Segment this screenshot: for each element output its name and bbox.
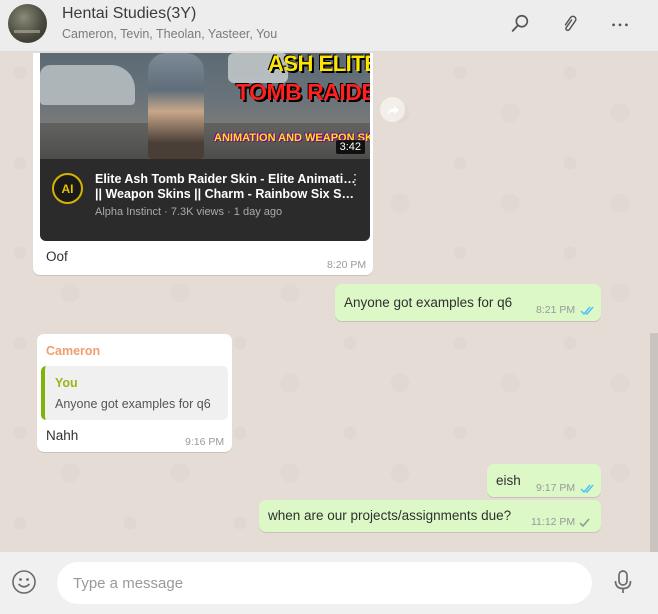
sender-name[interactable]: Cameron [46,344,100,358]
more-options-icon[interactable] [608,12,632,36]
message-time: 9:16 PM [185,436,225,448]
message-text: Nahh [46,428,79,443]
video-menu-icon[interactable]: ⋮ [348,172,362,186]
quoted-message[interactable]: You Anyone got examples for q6 [41,366,228,420]
quoted-author: You [55,376,78,390]
read-ticks-icon [580,306,594,316]
message-text: when are our projects/assignments due? [268,508,512,523]
emoji-icon[interactable] [11,569,37,595]
quoted-text: Anyone got examples for q6 [55,397,211,411]
video-title[interactable]: Elite Ash Tomb Raider Skin - Elite Anima… [95,172,357,202]
message-bubble-outgoing[interactable]: when are our projects/assignments due? 1… [259,500,601,532]
read-ticks-icon [580,484,594,494]
video-meta: Alpha Instinct · 7.3K views · 1 day ago [95,206,283,218]
message-input[interactable] [57,562,592,604]
chat-pane[interactable]: ASH ELITE TOMB RAIDER ANIMATION AND WEAP… [0,53,658,552]
chat-title[interactable]: Hentai Studies(3Y) [62,5,196,23]
search-icon[interactable] [508,12,532,36]
message-text: Oof [46,249,68,264]
video-duration: 3:42 [335,140,365,154]
message-bubble-outgoing[interactable]: Anyone got examples for q6 8:21 PM [335,284,601,321]
message-time: 9:17 PM [536,482,576,494]
sent-tick-icon [579,518,590,528]
video-thumbnail[interactable]: ASH ELITE TOMB RAIDER ANIMATION AND WEAP… [40,53,370,159]
paperclip-icon[interactable] [558,12,582,36]
message-bubble-reply[interactable]: Cameron You Anyone got examples for q6 N… [37,334,232,452]
youtube-preview-card[interactable]: ASH ELITE TOMB RAIDER ANIMATION AND WEAP… [40,53,370,241]
channel-logo-icon: AI [52,173,83,204]
video-title-line1: Elite Ash Tomb Raider Skin - Elite Anima… [95,172,357,186]
message-time: 11:12 PM [531,516,576,528]
composer-bar [0,552,658,614]
thumbnail-text-ash-elite: ASH ELITE [268,53,370,76]
message-time: 8:21 PM [536,304,576,316]
microphone-icon[interactable] [612,569,634,595]
message-time: 8:20 PM [327,259,367,271]
group-avatar[interactable] [8,4,47,43]
video-title-line2: || Weapon Skins || Charm - Rainbow Six S… [95,187,357,201]
message-bubble-video[interactable]: ASH ELITE TOMB RAIDER ANIMATION AND WEAP… [33,53,373,275]
thumbnail-text-tomb-raider: TOMB RAIDER [236,79,370,105]
message-bubble-outgoing[interactable]: eish 9:17 PM [487,464,601,497]
chat-header: Hentai Studies(3Y) Cameron, Tevin, Theol… [0,0,658,52]
message-text: eish [496,473,521,488]
forward-icon[interactable] [380,97,405,122]
chat-scrollbar[interactable] [650,333,658,552]
chat-participants[interactable]: Cameron, Tevin, Theolan, Yasteer, You [62,27,277,41]
message-text: Anyone got examples for q6 [344,295,513,310]
